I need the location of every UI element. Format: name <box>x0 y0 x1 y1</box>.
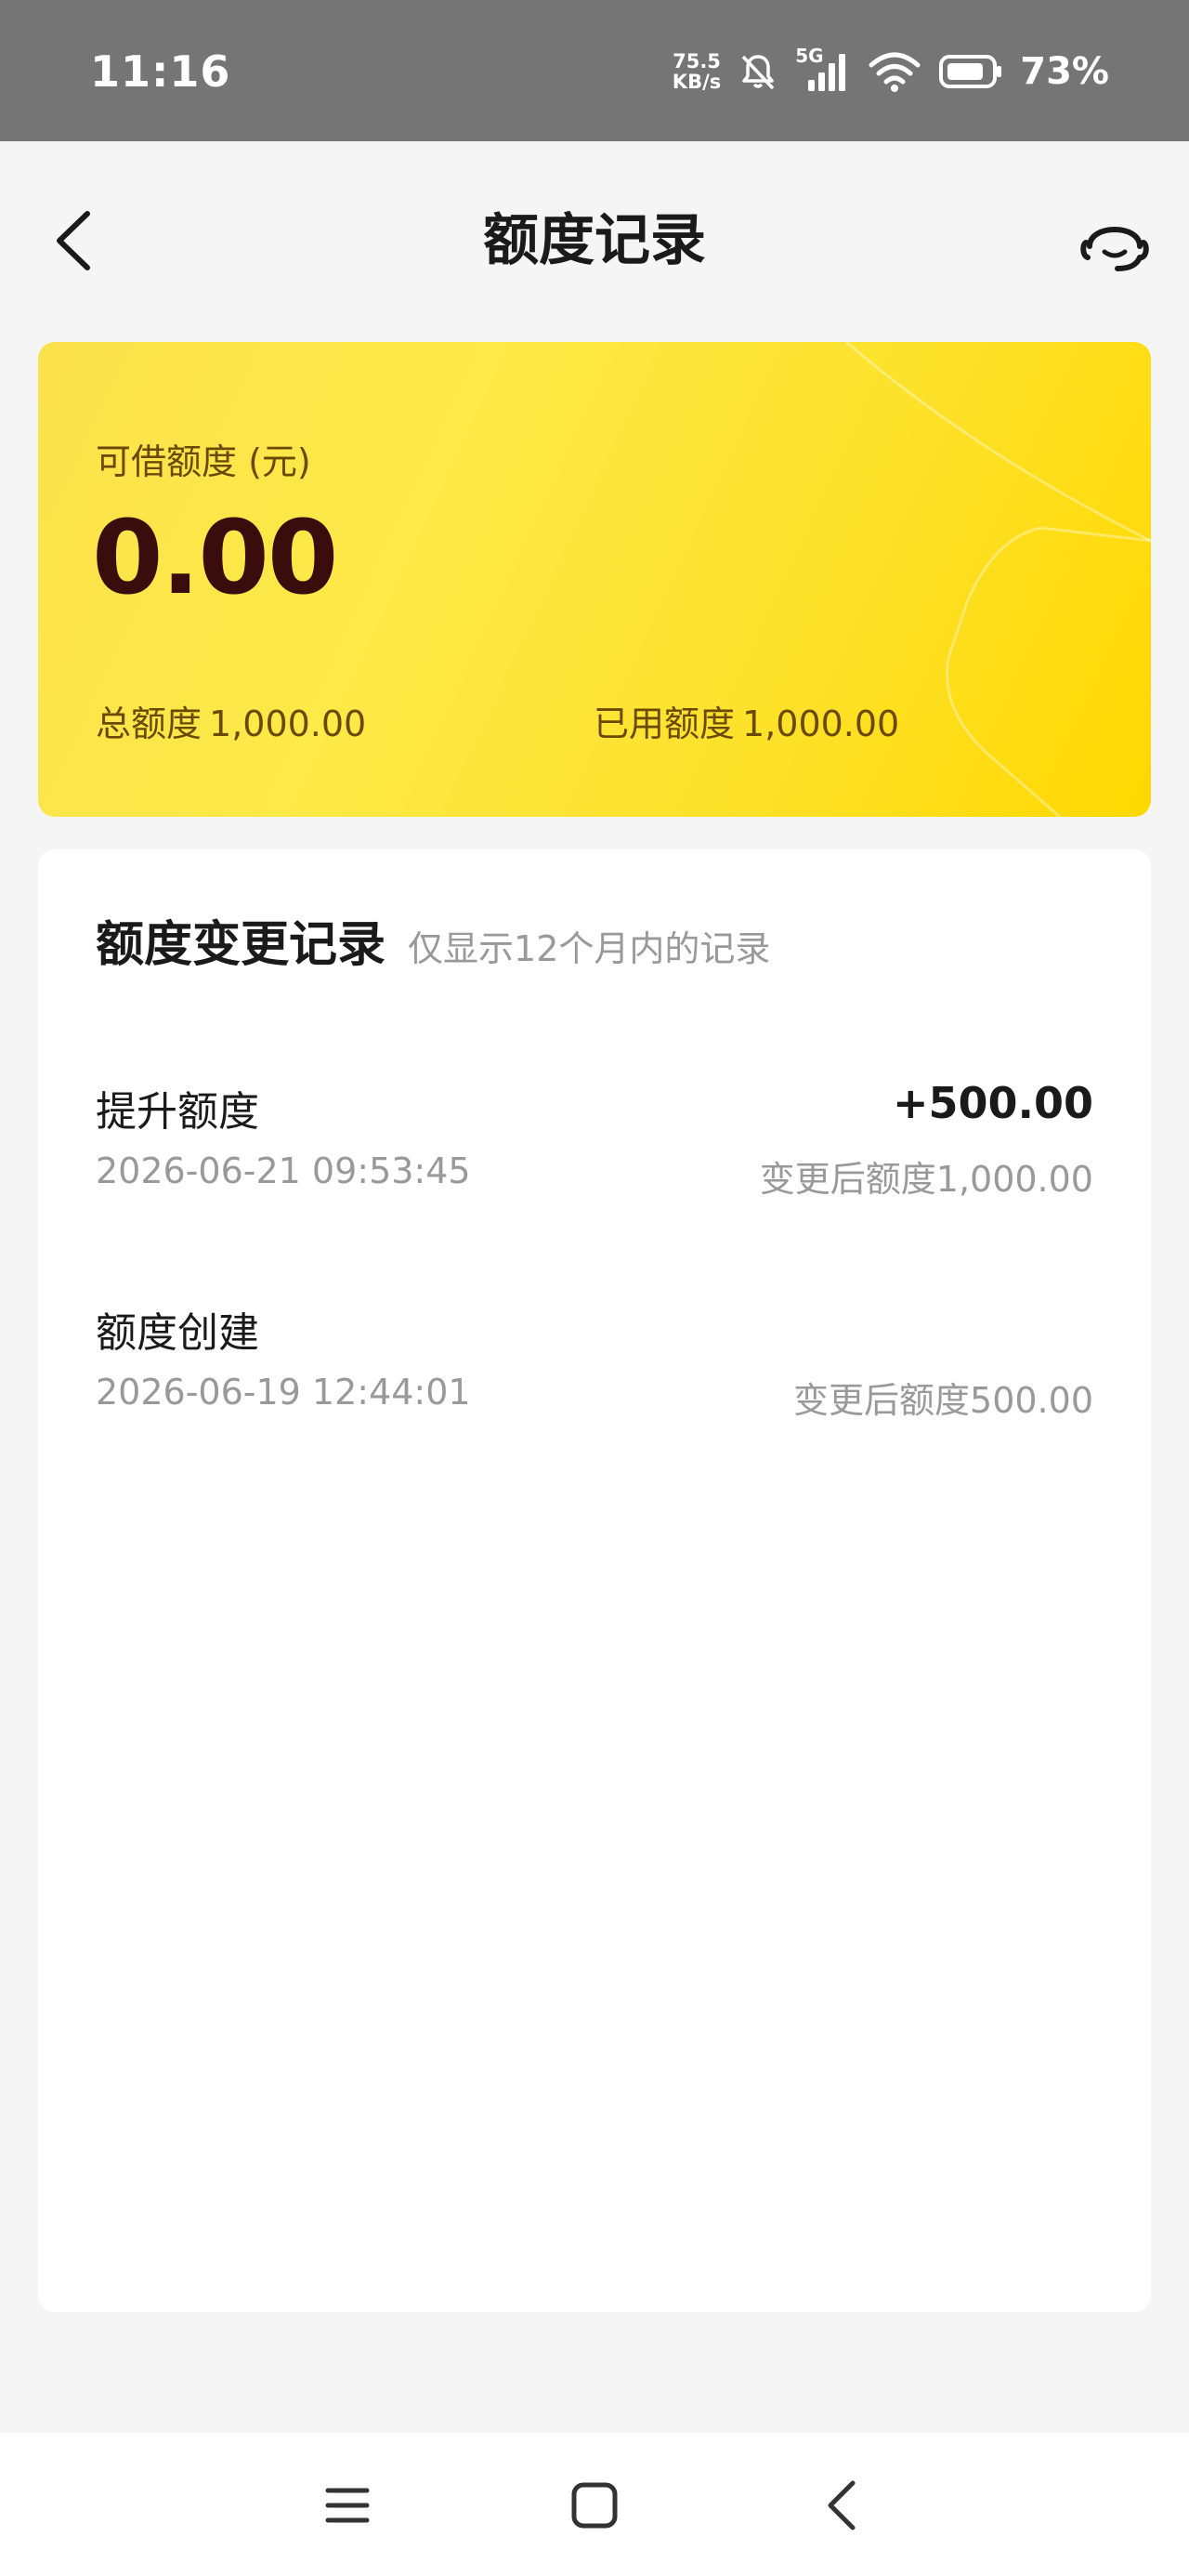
mute-bell-icon <box>741 55 775 90</box>
total-limit-value: 1,000.00 <box>209 703 367 744</box>
used-limit-label: 已用额度 <box>594 703 736 744</box>
available-limit-amount: 0.00 <box>92 498 338 617</box>
square-icon <box>571 2482 618 2529</box>
available-limit-label: 可借额度 (元) <box>96 441 311 482</box>
headset-icon <box>1080 227 1149 271</box>
network-speed: 75.5 KB/s <box>673 51 721 92</box>
network-speed-value: 75.5 <box>673 50 721 72</box>
nav-back-button[interactable] <box>804 2468 879 2543</box>
signal-icon <box>808 54 846 91</box>
status-icons: 75.5 KB/s 5G 73% <box>673 45 1109 95</box>
records-note: 仅显示12个月内的记录 <box>408 928 771 969</box>
top-app-bar: 额度记录 <box>0 141 1189 336</box>
menu-icon <box>325 2488 370 2523</box>
battery-percent: 73% <box>1020 50 1109 93</box>
used-limit-value: 1,000.00 <box>742 703 900 744</box>
record-name: 提升额度 <box>96 1088 259 1136</box>
record-after-limit: 变更后额度1,000.00 <box>759 1159 1093 1200</box>
nav-menu-button[interactable] <box>310 2468 385 2543</box>
record-name: 额度创建 <box>96 1309 259 1357</box>
total-limit: 总额度 1,000.00 <box>96 695 366 746</box>
chevron-left-icon <box>828 2480 856 2530</box>
record-time: 2026-06-19 12:44:01 <box>96 1372 471 1413</box>
nav-home-button[interactable] <box>557 2468 632 2543</box>
record-item[interactable]: 提升额度 +500.00 2026-06-21 09:53:45 变更后额度1,… <box>96 1078 1093 1217</box>
customer-service-button[interactable] <box>1078 206 1152 281</box>
records-title: 额度变更记录 <box>96 917 386 973</box>
record-item[interactable]: 额度创建 2026-06-19 12:44:01 变更后额度500.00 <box>96 1299 1093 1439</box>
record-after-limit: 变更后额度500.00 <box>793 1380 1093 1421</box>
wifi-icon <box>869 52 921 92</box>
total-limit-label: 总额度 <box>96 703 203 744</box>
record-time: 2026-06-21 09:53:45 <box>96 1150 471 1191</box>
credit-limit-card: 可借额度 (元) 0.00 总额度 1,000.00 已用额度 1,000.00 <box>38 342 1151 817</box>
status-time: 11:16 <box>90 46 231 97</box>
limit-change-records: 额度变更记录 仅显示12个月内的记录 提升额度 +500.00 2026-06-… <box>38 849 1151 2312</box>
status-bar: 11:16 75.5 KB/s 5G 73% <box>0 0 1189 141</box>
system-nav-bar <box>0 2433 1189 2576</box>
page-title: 额度记录 <box>483 208 706 273</box>
used-limit: 已用额度 1,000.00 <box>594 695 899 746</box>
network-speed-unit: KB/s <box>672 71 722 93</box>
record-amount: +500.00 <box>892 1078 1093 1128</box>
signal-group: 5G <box>795 45 851 95</box>
battery-icon <box>939 55 1002 88</box>
records-header: 额度变更记录 仅显示12个月内的记录 <box>96 905 770 975</box>
